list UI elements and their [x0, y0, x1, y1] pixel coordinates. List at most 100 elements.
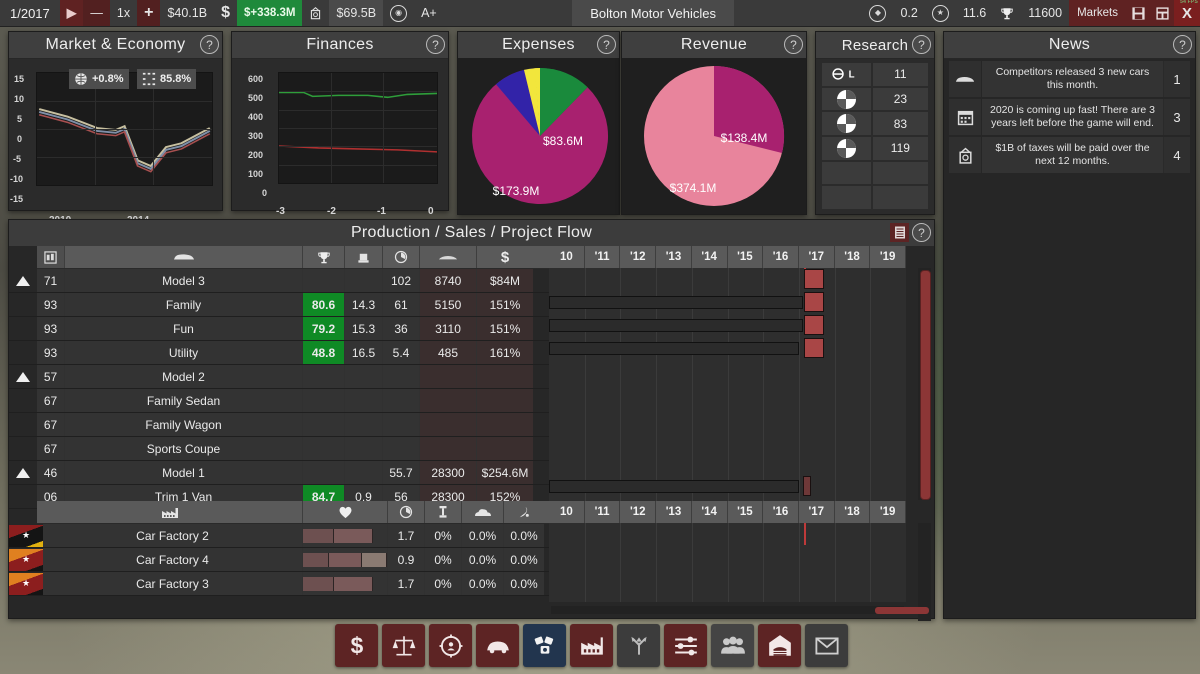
factory-col-icon[interactable]	[345, 246, 383, 268]
help-icon[interactable]: ?	[1173, 35, 1192, 54]
help-icon[interactable]: ?	[200, 35, 219, 54]
research-row-empty[interactable]	[822, 186, 928, 209]
vehicles-button[interactable]	[476, 624, 519, 667]
garage-button[interactable]	[758, 624, 801, 667]
research-row[interactable]: 83	[822, 112, 928, 135]
news-list: Competitors released 3 new cars this mon…	[949, 61, 1190, 173]
expand-toggle[interactable]	[9, 269, 37, 292]
factory-pollution: 0.0%	[504, 548, 544, 571]
speed-up-button[interactable]: +	[137, 0, 160, 26]
gantt-project-block[interactable]	[804, 292, 824, 312]
trophy-icon[interactable]	[303, 246, 345, 268]
expand-toggle[interactable]	[9, 461, 37, 484]
research-row-empty[interactable]	[822, 162, 928, 185]
save-icon[interactable]	[1126, 0, 1150, 26]
help-icon[interactable]: ?	[912, 223, 931, 242]
gantt-project-block[interactable]	[803, 476, 811, 496]
factories-button[interactable]	[570, 624, 613, 667]
expand-toggle[interactable]	[9, 365, 37, 388]
capacity-segment	[334, 577, 373, 591]
table-row[interactable]: ★Car Factory 21.70%0.0%0.0%	[9, 524, 549, 548]
close-icon[interactable]: 54 FPS X	[1174, 0, 1200, 26]
help-icon[interactable]: ?	[426, 35, 445, 54]
row-id: 46	[37, 461, 65, 484]
pollution-icon[interactable]	[504, 501, 544, 523]
gauge-icon[interactable]	[388, 501, 425, 523]
settings-button[interactable]	[664, 624, 707, 667]
play-button[interactable]: ▶	[60, 0, 84, 26]
table-row[interactable]: 67Sports Coupe	[9, 437, 549, 461]
row-factory: 14.3	[345, 293, 383, 316]
help-icon[interactable]: ?	[784, 35, 803, 54]
research-row[interactable]: 23	[822, 88, 928, 111]
research-list: L 11 23 83 119	[822, 63, 928, 209]
table-row[interactable]: 57Model 2	[9, 365, 549, 389]
table-row[interactable]: ★Car Factory 31.70%0.0%0.0%	[9, 572, 549, 596]
gantt-project-block[interactable]	[804, 269, 824, 289]
table-row[interactable]: 93Fun79.215.3363110151%	[9, 317, 549, 341]
gantt-lifecycle-bar[interactable]	[549, 342, 799, 355]
factory-icon[interactable]	[37, 501, 303, 523]
dealers-button[interactable]	[617, 624, 660, 667]
gantt-lifecycle-bar[interactable]	[549, 319, 803, 332]
vertical-scrollbar[interactable]	[920, 270, 931, 500]
factory-capacity-bar	[303, 572, 388, 595]
research-value: 119	[873, 137, 928, 160]
news-item[interactable]: 2020 is coming up fast! There are 3 year…	[949, 99, 1190, 135]
market-share-badge[interactable]: 85.8%	[137, 69, 196, 89]
gantt-year-label: '12	[620, 246, 656, 268]
gantt-body	[549, 268, 906, 501]
table-row[interactable]: 67Family Wagon	[9, 413, 549, 437]
finance-button[interactable]: $	[335, 624, 378, 667]
gantt-year-label: '19	[870, 501, 906, 523]
help-icon[interactable]: ?	[912, 35, 931, 54]
gauge-icon[interactable]	[383, 246, 420, 268]
news-item[interactable]: Competitors released 3 new cars this mon…	[949, 61, 1190, 97]
list-icon[interactable]	[890, 223, 909, 242]
market-y-tick-5: -10	[10, 174, 23, 184]
staff-button[interactable]	[711, 624, 754, 667]
research-row[interactable]: L 11	[822, 63, 928, 86]
gantt-year-label: '19	[870, 246, 906, 268]
model-icon[interactable]	[37, 246, 65, 268]
car-icon[interactable]	[65, 246, 303, 268]
legal-button[interactable]	[382, 624, 425, 667]
table-row[interactable]: 93Utility48.816.55.4485161%	[9, 341, 549, 365]
market-growth-badge[interactable]: +0.8%	[69, 69, 129, 89]
research-row[interactable]: 119	[822, 137, 928, 160]
heart-icon[interactable]	[303, 501, 388, 523]
table-row[interactable]: 67Family Sedan	[9, 389, 549, 413]
gantt-lifecycle-bar[interactable]	[549, 480, 799, 493]
horizontal-scrollbar[interactable]	[875, 607, 929, 614]
gantt-year-label: '14	[692, 501, 728, 523]
gantt-gridline	[835, 268, 836, 501]
gantt-project-block[interactable]	[804, 315, 824, 335]
marketing-button[interactable]	[429, 624, 472, 667]
revenue-pie: $138.4M $374.1M	[622, 58, 806, 214]
gantt-year-label: '16	[763, 501, 799, 523]
news-item[interactable]: $1B of taxes will be paid over the next …	[949, 137, 1190, 173]
table-row[interactable]: 93Family80.614.3615150151%	[9, 293, 549, 317]
news-count: 4	[1163, 137, 1190, 173]
gantt-lifecycle-bar[interactable]	[549, 296, 803, 309]
dollar-icon[interactable]: $	[477, 246, 533, 268]
table-row[interactable]: 71Model 31028740$84M	[9, 269, 549, 293]
row-name: Model 3	[65, 269, 303, 292]
help-icon[interactable]: ?	[597, 35, 616, 54]
expenses-pie: $83.6M $173.9M	[458, 58, 619, 214]
gantt-project-block[interactable]	[804, 338, 824, 358]
table-row[interactable]: 46Model 155.728300$254.6M	[9, 461, 549, 485]
factory-cloud: 0.0%	[462, 548, 504, 571]
mail-button[interactable]	[805, 624, 848, 667]
horizontal-scroll-track[interactable]	[551, 606, 904, 614]
design-button[interactable]	[523, 624, 566, 667]
finances-y-tick-2: 400	[248, 112, 263, 122]
worker-icon[interactable]	[425, 501, 462, 523]
markets-button[interactable]: Markets	[1069, 0, 1126, 26]
speed-down-button[interactable]: —	[83, 0, 110, 26]
gantt-year-label: '13	[656, 501, 692, 523]
table-row[interactable]: ★Car Factory 40.90%0.0%0.0%	[9, 548, 549, 572]
save-as-icon[interactable]	[1150, 0, 1174, 26]
sales-icon[interactable]	[420, 246, 477, 268]
cloud-icon[interactable]	[462, 501, 504, 523]
